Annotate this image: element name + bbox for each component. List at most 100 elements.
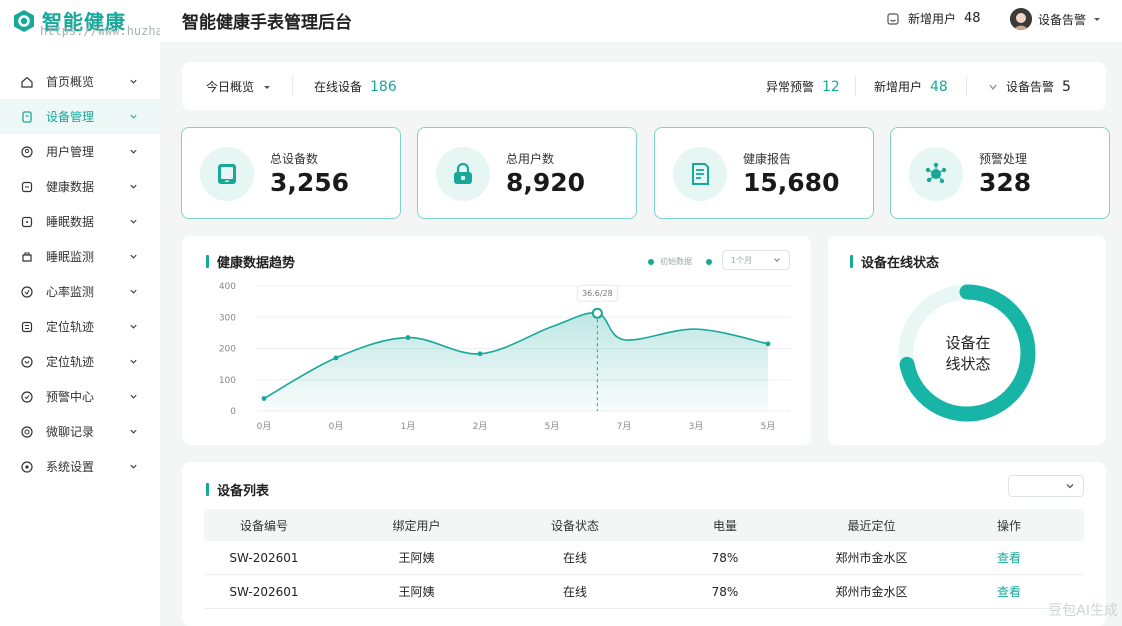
sidebar-item-label: 定位轨迹 <box>46 355 95 369</box>
lock-icon <box>436 147 490 201</box>
x-tick-label: 1月 <box>401 421 416 432</box>
sidebar-item-warning[interactable]: 预警中心 <box>0 379 160 414</box>
highlight-point[interactable] <box>591 307 603 319</box>
sidebar-item-label: 睡眠数据 <box>46 215 95 229</box>
chevron-down-icon <box>130 254 137 259</box>
warning-icon <box>20 390 34 404</box>
chevron-down-icon <box>1066 484 1074 489</box>
donut-center-line2: 线状态 <box>945 355 991 373</box>
battery-cell: 78% <box>711 584 739 599</box>
view-link[interactable]: 查看 <box>934 583 1084 600</box>
sidebar-item-label: 预警中心 <box>46 390 95 404</box>
sidebar-item-label: 心率监测 <box>46 285 95 299</box>
column-header: 最近定位 <box>847 518 896 533</box>
table-row: SW-202601 王阿姨 在线 78% 郑州市金水区 查看 <box>204 575 1084 609</box>
x-tick-label: 3月 <box>689 421 704 432</box>
topbar-new-users-count: 48 <box>964 11 981 26</box>
today-overview-dropdown[interactable]: 今日概览 <box>206 78 272 95</box>
device-filter-select[interactable] <box>1008 475 1084 497</box>
y-tick-label: 300 <box>219 313 236 323</box>
sidebar-item-user[interactable]: 用户管理 <box>0 134 160 169</box>
sidebar-item-label: 睡眠监测 <box>46 250 95 264</box>
y-tick-label: 400 <box>219 282 236 292</box>
avatar[interactable] <box>1010 8 1032 30</box>
chevron-down-icon <box>130 289 137 294</box>
stat-label: 健康报告 <box>743 152 792 166</box>
sidebar-item-device[interactable]: 设备管理 <box>0 99 160 134</box>
bound-user-cell: 王阿姨 <box>398 551 435 565</box>
sidebar-item-chat[interactable]: 微聊记录 <box>0 414 160 449</box>
sidebar-item-settings[interactable]: 系统设置 <box>0 449 160 484</box>
divider <box>292 76 293 96</box>
data-point <box>261 396 267 401</box>
x-tick-label: 5月 <box>545 421 560 432</box>
stat-card-health-reports[interactable]: 健康报告 15,680 <box>654 127 874 219</box>
table-header: 设备编号 绑定用户 设备状态 电量 最近定位 操作 <box>204 509 1084 541</box>
today-summary-bar: 今日概览 在线设备 186 异常预警 12 新增用户 48 设备告警 5 <box>182 62 1106 110</box>
battery-cell: 78% <box>711 550 739 565</box>
location-cell: 郑州市金水区 <box>835 585 908 599</box>
abnormal-warnings-count: 12 <box>822 78 840 95</box>
summary-device-alerts-count: 5 <box>1062 78 1071 95</box>
today-overview-label: 今日概览 <box>206 80 255 94</box>
sidebar-item-heart[interactable]: 心率监测 <box>0 274 160 309</box>
chevron-down-icon <box>130 219 137 224</box>
health-trend-chart: 0 100 200 300 400 0月 0月 1月 2月 5月 7月 3月 5月 36.6/28 <box>219 282 790 432</box>
settings-icon <box>20 460 34 474</box>
summary-device-alerts-label: 设备告警 <box>1006 80 1055 94</box>
donut-center-line1: 设备在 <box>945 334 991 352</box>
stat-card-alert-processing[interactable]: 预警处理 328 <box>890 127 1110 219</box>
x-tick-label: 0月 <box>329 421 344 432</box>
summary-new-users-label: 新增用户 <box>874 80 923 94</box>
sidebar-item-monitor[interactable]: 睡眠监测 <box>0 239 160 274</box>
sidebar-item-track[interactable]: 定位轨迹 <box>0 344 160 379</box>
stat-label: 总用户数 <box>506 152 555 166</box>
x-tick-label: 2月 <box>473 421 488 432</box>
data-point <box>405 335 411 340</box>
topbar-new-users[interactable]: 新增用户 48 <box>886 10 981 27</box>
data-point <box>765 341 771 347</box>
device-table: 设备编号 绑定用户 设备状态 电量 最近定位 操作 SW-202601 王阿姨 … <box>204 509 1084 609</box>
sleep-icon <box>20 215 34 229</box>
stat-card-total-devices[interactable]: 总设备数 3,256 <box>181 127 401 219</box>
sidebar-item-location[interactable]: 定位轨迹 <box>0 309 160 344</box>
sidebar-nav: 首页概览 设备管理 用户管理 健康数据 睡眠数据 睡眠监测 心率监测 定位轨迹 定位轨迹 预警中心… <box>0 64 160 484</box>
sidebar-item-label: 用户管理 <box>46 145 95 159</box>
home-icon <box>20 75 34 89</box>
column-header: 设备状态 <box>550 518 599 533</box>
summary-new-users: 新增用户 48 <box>874 78 948 95</box>
view-link[interactable]: 查看 <box>934 549 1084 566</box>
bound-user-cell: 王阿姨 <box>398 585 435 599</box>
topbar-alert-menu[interactable]: 设备告警 <box>1010 8 1102 30</box>
stat-value: 15,680 <box>743 168 840 197</box>
chevron-down-icon <box>130 184 137 189</box>
stat-label: 预警处理 <box>979 152 1028 166</box>
online-devices-count: 186 <box>370 78 397 95</box>
table-row: SW-202601 王阿姨 在线 78% 郑州市金水区 查看 <box>204 541 1084 575</box>
stat-card-total-users[interactable]: 总用户数 8,920 <box>417 127 637 219</box>
divider <box>855 76 856 96</box>
sidebar-item-home[interactable]: 首页概览 <box>0 64 160 99</box>
data-point <box>477 351 483 357</box>
x-tick-label: 5月 <box>761 421 776 432</box>
trend-area <box>264 312 768 411</box>
device-id-cell: SW-202601 <box>229 550 299 565</box>
column-header: 操作 <box>996 518 1021 533</box>
location-cell: 郑州市金水区 <box>835 551 908 565</box>
device-status-cell: 在线 <box>562 585 587 599</box>
sidebar-item-data[interactable]: 健康数据 <box>0 169 160 204</box>
location-icon <box>20 320 34 334</box>
x-tick-label: 0月 <box>257 421 272 432</box>
sidebar-item-label: 定位轨迹 <box>46 320 95 334</box>
page-title: 智能健康手表管理后台 <box>182 13 352 33</box>
sidebar-item-sleep[interactable]: 睡眠数据 <box>0 204 160 239</box>
heart-icon <box>20 285 34 299</box>
abnormal-warnings-label: 异常预警 <box>766 80 815 94</box>
column-header: 设备编号 <box>239 518 288 533</box>
device-list-title-text: 设备列表 <box>217 484 270 499</box>
y-tick-label: 200 <box>219 345 236 355</box>
chevron-down-icon <box>1094 18 1101 21</box>
corner-brand-mark: 豆包AI生成 <box>1048 603 1118 619</box>
donut-center-label: 设备在 线状态 <box>930 333 1006 375</box>
device-list-title: 设备列表 <box>206 480 269 499</box>
